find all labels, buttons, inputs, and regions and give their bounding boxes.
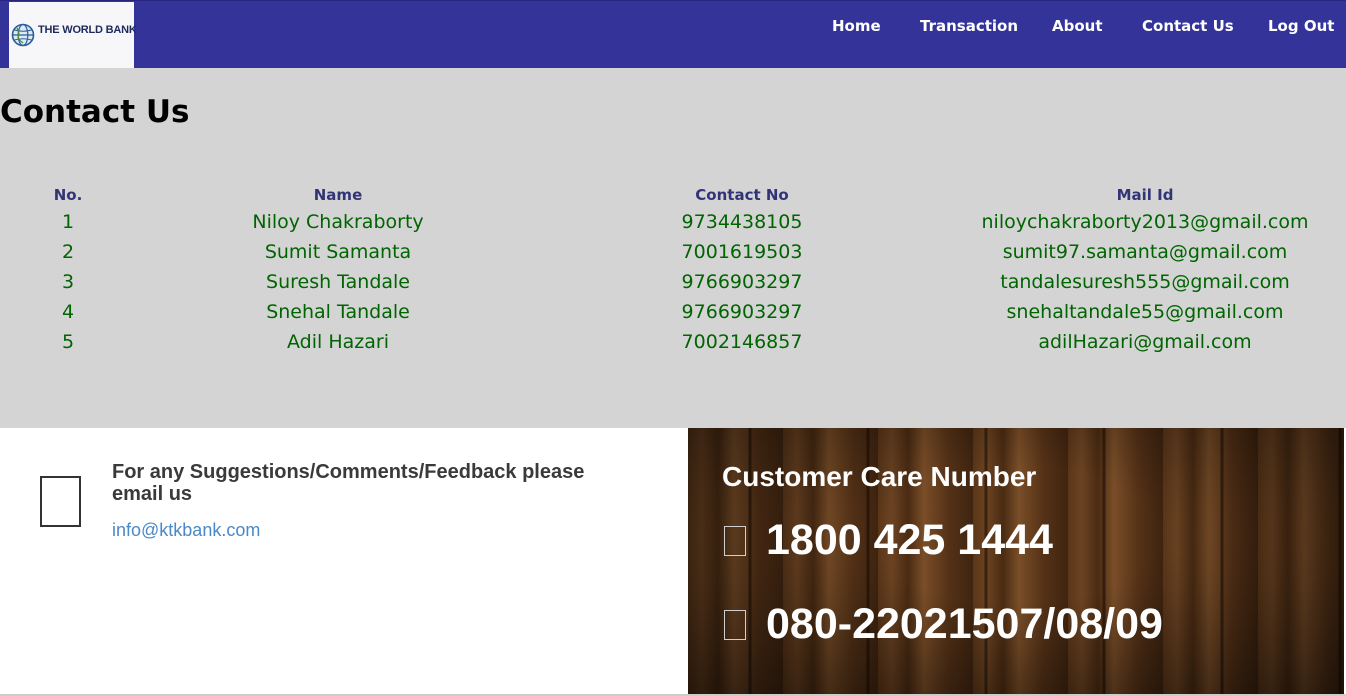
feedback-text: For any Suggestions/Comments/Feedback pl… — [112, 461, 585, 505]
header-mail: Mail Id — [1116, 186, 1174, 204]
header-no: No. — [53, 186, 83, 204]
cell-name: Snehal Tandale — [266, 301, 410, 323]
phone-row: 080-22021507/08/09 — [724, 600, 1163, 649]
cell-name: Adil Hazari — [287, 331, 389, 353]
cell-no: 2 — [61, 241, 75, 263]
customer-care-title: Customer Care Number — [722, 461, 1037, 492]
cell-mail: sumit97.samanta@gmail.com — [1002, 241, 1288, 263]
cell-no: 3 — [61, 271, 75, 293]
feedback-email-link[interactable]: info@ktkbank.com — [112, 520, 260, 541]
cell-contact: 9734438105 — [681, 211, 803, 233]
nav-contact-us[interactable]: Contact Us — [1142, 17, 1234, 35]
feedback-panel: For any Suggestions/Comments/Feedback pl… — [0, 428, 688, 696]
cell-name: Suresh Tandale — [266, 271, 410, 293]
navbar: THE WORLD BANK Home Transaction About Co… — [0, 0, 1346, 69]
phone-number[interactable]: 080-22021507/08/09 — [766, 600, 1163, 649]
phone-icon — [724, 609, 746, 640]
cell-mail: tandalesuresh555@gmail.com — [1000, 271, 1290, 293]
cell-contact: 7001619503 — [681, 241, 803, 263]
contact-section: Contact Us No. Name Contact No Mail Id 1… — [0, 68, 1346, 428]
phone-icon — [724, 525, 746, 556]
cell-name: Niloy Chakraborty — [252, 211, 424, 233]
cell-mail: niloychakraborty2013@gmail.com — [981, 211, 1309, 233]
cell-no: 5 — [61, 331, 75, 353]
globe-icon — [11, 23, 35, 47]
logo[interactable]: THE WORLD BANK — [9, 2, 137, 69]
logo-text: THE WORLD BANK — [38, 24, 137, 36]
cell-mail: snehaltandale55@gmail.com — [1006, 301, 1284, 323]
nav-log-out[interactable]: Log Out — [1268, 17, 1334, 35]
nav-about[interactable]: About — [1052, 17, 1103, 35]
page-title: Contact Us — [0, 94, 190, 130]
mail-icon — [40, 476, 81, 527]
nav-transaction[interactable]: Transaction — [920, 17, 1018, 35]
cell-contact: 9766903297 — [681, 271, 803, 293]
cell-name: Sumit Samanta — [264, 241, 412, 263]
cell-mail: adilHazari@gmail.com — [1038, 331, 1252, 353]
nav-home[interactable]: Home — [832, 17, 881, 35]
cell-no: 4 — [61, 301, 75, 323]
cell-contact: 7002146857 — [681, 331, 803, 353]
cell-contact: 9766903297 — [681, 301, 803, 323]
cell-no: 1 — [61, 211, 75, 233]
header-contact: Contact No — [695, 186, 789, 204]
phone-number[interactable]: 1800 425 1444 — [766, 516, 1053, 565]
customer-care-panel: Customer Care Number 1800 425 1444 080-2… — [688, 428, 1344, 696]
phone-row: 1800 425 1444 — [724, 516, 1053, 565]
header-name: Name — [313, 186, 363, 204]
